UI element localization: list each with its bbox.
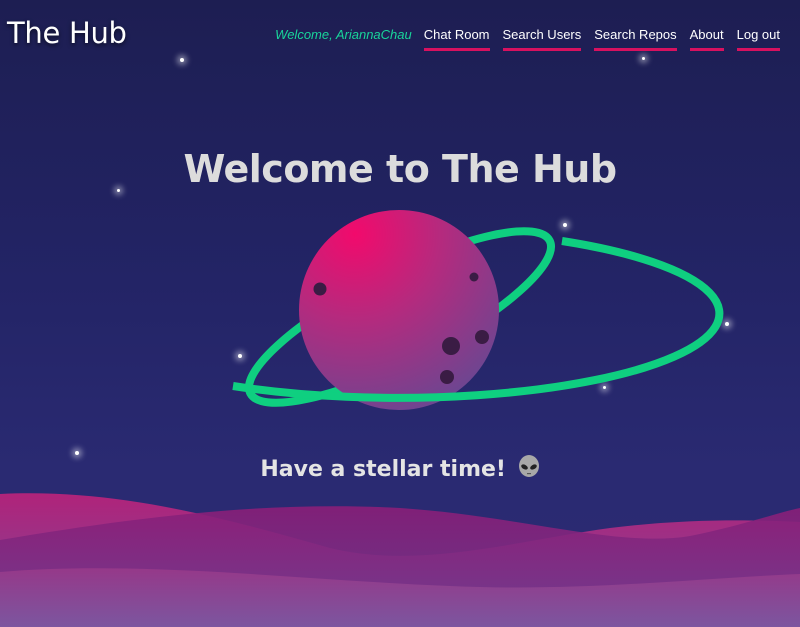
bottom-waves: [0, 493, 800, 627]
